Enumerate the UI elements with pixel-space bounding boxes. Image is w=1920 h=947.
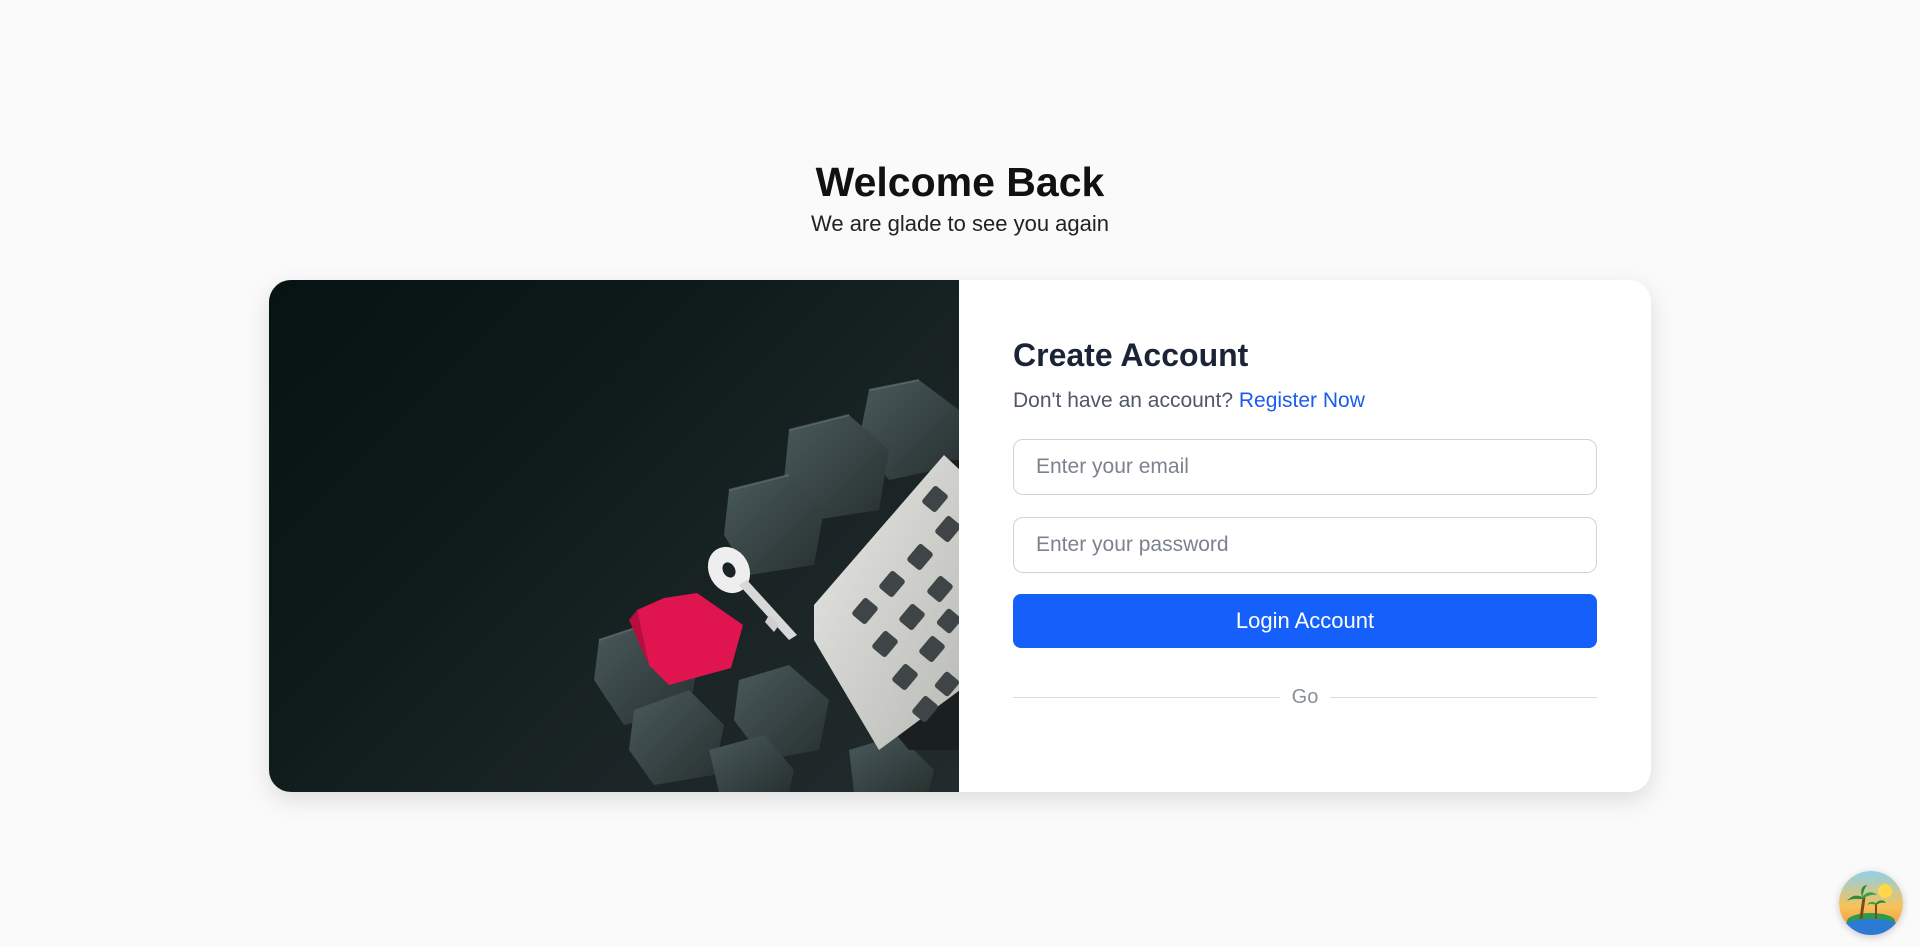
login-account-button[interactable]: Login Account: [1013, 594, 1597, 648]
divider-line-right: [1330, 697, 1597, 698]
tropical-island-avatar-icon[interactable]: [1839, 871, 1903, 935]
login-card: Create Account Don't have an account? Re…: [269, 280, 1651, 792]
form-title: Create Account: [1013, 337, 1249, 373]
hero-header: Welcome Back We are glade to see you aga…: [0, 158, 1920, 238]
page-subtitle: We are glade to see you again: [810, 211, 1110, 236]
divider: Go: [1013, 686, 1597, 709]
page-title: Welcome Back: [815, 159, 1105, 205]
divider-line-left: [1013, 697, 1280, 698]
password-input[interactable]: [1013, 517, 1597, 573]
register-prompt: Don't have an account? Register Now: [1013, 387, 1597, 415]
illustration-svg: [594, 379, 959, 792]
island-icon-svg: [1839, 871, 1903, 935]
house-key-calculator-photo: [269, 280, 959, 792]
register-now-link[interactable]: Register Now: [1239, 389, 1365, 412]
email-input[interactable]: [1013, 439, 1597, 495]
register-prompt-text: Don't have an account?: [1013, 389, 1233, 412]
divider-label: Go: [1291, 686, 1319, 708]
login-form-panel: Create Account Don't have an account? Re…: [959, 280, 1651, 792]
login-page: Welcome Back We are glade to see you aga…: [0, 0, 1920, 947]
